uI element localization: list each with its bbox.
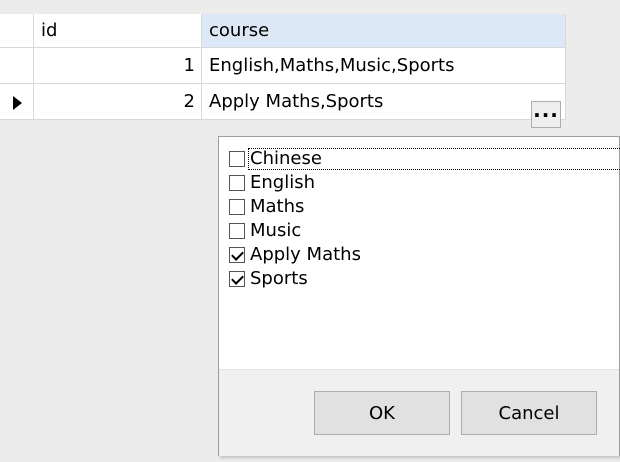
column-header-id[interactable]: id bbox=[34, 14, 202, 48]
ellipsis-button[interactable]: ··· bbox=[531, 101, 561, 128]
table-cell-course[interactable]: English,Maths,Music,Sports bbox=[202, 48, 566, 84]
option-label: Maths bbox=[250, 196, 305, 217]
option-chinese[interactable]: Chinese bbox=[229, 147, 620, 171]
cancel-button[interactable]: Cancel bbox=[461, 391, 597, 435]
table-cell-course-editing[interactable]: Apply Maths,Sports bbox=[202, 84, 566, 120]
checkbox-icon[interactable] bbox=[229, 175, 245, 191]
row-header-current[interactable] bbox=[0, 84, 34, 120]
column-header-id-label: id bbox=[41, 20, 58, 41]
option-label: Music bbox=[250, 220, 302, 241]
option-maths[interactable]: Maths bbox=[229, 195, 304, 219]
option-english[interactable]: English bbox=[229, 171, 315, 195]
ok-button[interactable]: OK bbox=[314, 391, 450, 435]
current-row-arrow-icon bbox=[13, 96, 22, 110]
option-sports[interactable]: Sports bbox=[229, 267, 308, 291]
column-header-course[interactable]: course bbox=[202, 14, 566, 48]
course-editor-text: Apply Maths,Sports bbox=[209, 91, 384, 112]
row-header[interactable] bbox=[0, 48, 34, 84]
option-apply-maths[interactable]: Apply Maths bbox=[229, 243, 361, 267]
option-label: English bbox=[250, 172, 315, 193]
checkbox-checked-icon[interactable] bbox=[229, 271, 245, 287]
popup-footer: OK Cancel bbox=[219, 369, 619, 456]
column-header-course-label: course bbox=[209, 20, 270, 41]
course-checklist[interactable]: Chinese English Maths Music Apply Maths … bbox=[225, 143, 620, 363]
checkbox-icon[interactable] bbox=[229, 223, 245, 239]
option-label: Apply Maths bbox=[250, 244, 361, 265]
checkbox-icon[interactable] bbox=[229, 199, 245, 215]
checkbox-icon[interactable] bbox=[229, 151, 245, 167]
option-label: Sports bbox=[250, 268, 308, 289]
ellipsis-icon: ··· bbox=[533, 102, 559, 127]
table-cell-id[interactable]: 1 bbox=[34, 48, 202, 84]
checkbox-checked-icon[interactable] bbox=[229, 247, 245, 263]
table-cell-id[interactable]: 2 bbox=[34, 84, 202, 120]
corner-header[interactable] bbox=[0, 14, 34, 48]
option-music[interactable]: Music bbox=[229, 219, 301, 243]
option-label: Chinese bbox=[248, 148, 620, 170]
course-selector-popup: Chinese English Maths Music Apply Maths … bbox=[218, 136, 620, 456]
